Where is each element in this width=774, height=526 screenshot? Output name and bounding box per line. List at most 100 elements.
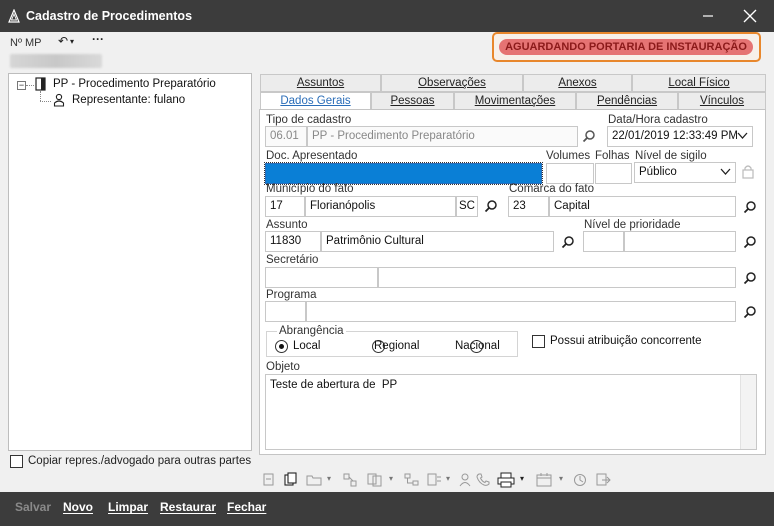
attachment-list-icon[interactable] <box>427 473 442 487</box>
restore-button[interactable]: Restaurar <box>160 500 216 514</box>
abrangencia-label: Abrangência <box>277 325 346 337</box>
volumes-field[interactable] <box>546 163 594 184</box>
copy-icon[interactable] <box>284 472 298 486</box>
folder-dropdown-icon[interactable]: ▾ <box>327 474 331 483</box>
history-icon[interactable] <box>573 473 588 487</box>
person-icon <box>53 93 65 107</box>
app-logo-icon <box>8 9 20 23</box>
chevron-down-icon <box>720 168 731 175</box>
print-icon[interactable] <box>497 472 515 488</box>
tab-dados-gerais[interactable]: Dados Gerais <box>260 92 371 110</box>
tree-collapse-toggle[interactable]: − <box>17 81 26 90</box>
search-icon[interactable] <box>582 129 596 143</box>
tipo-cadastro-code-field[interactable]: 06.01 <box>265 126 307 147</box>
new-button[interactable]: Novo <box>63 500 93 514</box>
tab-pendencias[interactable]: Pendências <box>576 92 678 110</box>
undo-icon[interactable]: ↶ <box>58 34 68 48</box>
tree-structure-icon[interactable] <box>404 473 419 487</box>
volumes-label: Volumes <box>546 150 591 162</box>
chevron-down-icon <box>737 132 748 139</box>
lock-icon <box>742 165 754 179</box>
atribuicao-concorrente-label: Possui atribuição concorrente <box>550 335 702 347</box>
undo-dropdown-icon[interactable]: ▾ <box>70 37 74 46</box>
municipio-label: Município do fato <box>266 183 354 195</box>
tab-movimentacoes[interactable]: Movimentações <box>454 92 576 110</box>
objeto-text: Teste de abertura de PP <box>270 379 398 391</box>
search-icon[interactable] <box>743 271 757 285</box>
new-document-icon[interactable] <box>262 473 275 486</box>
prioridade-field[interactable] <box>624 231 736 252</box>
search-icon[interactable] <box>743 235 757 249</box>
tab-local-fisico[interactable]: Local Físico <box>632 74 766 92</box>
tree-connector <box>26 85 34 86</box>
tree-panel: − PP - Procedimento Preparatório Represe… <box>8 73 252 451</box>
clear-button[interactable]: Limpar <box>108 500 148 514</box>
minimize-icon <box>703 15 713 17</box>
minimize-button[interactable] <box>686 0 730 32</box>
municipio-uf-field[interactable]: SC <box>456 196 478 217</box>
secretario-code-field[interactable] <box>265 267 378 288</box>
tree-connector <box>40 101 51 102</box>
documents-dropdown-icon[interactable]: ▾ <box>389 474 393 483</box>
search-icon[interactable] <box>743 305 757 319</box>
folder-icon[interactable] <box>306 473 322 486</box>
person-card-icon[interactable] <box>458 473 472 487</box>
comarca-code-field[interactable]: 23 <box>508 196 549 217</box>
doc-apresentado-label: Doc. Apresentado <box>266 150 358 162</box>
municipio-code-field[interactable]: 17 <box>265 196 305 217</box>
attachment-dropdown-icon[interactable]: ▾ <box>446 474 450 483</box>
document-icon <box>35 77 46 91</box>
prioridade-code-field[interactable] <box>583 231 624 252</box>
data-hora-field[interactable]: 22/01/2019 12:33:49 PM <box>607 126 753 147</box>
print-dropdown-icon[interactable]: ▾ <box>520 474 524 483</box>
secretario-label: Secretário <box>266 254 319 266</box>
assunto-label: Assunto <box>266 219 308 231</box>
tipo-cadastro-field[interactable]: PP - Procedimento Preparatório <box>307 126 578 147</box>
comarca-field[interactable]: Capital <box>549 196 736 217</box>
secretario-field[interactable] <box>378 267 736 288</box>
doc-apresentado-field[interactable] <box>264 162 543 185</box>
window-title: Cadastro de Procedimentos <box>26 9 193 23</box>
programa-label: Programa <box>266 289 317 301</box>
objeto-scrollbar[interactable] <box>740 375 756 449</box>
nmp-value-redacted <box>10 54 102 68</box>
more-options-icon[interactable]: ··· <box>92 32 104 46</box>
link-icon[interactable] <box>343 473 358 487</box>
phone-icon[interactable] <box>476 473 490 487</box>
tree-child-item[interactable]: Representante: fulano <box>72 94 185 106</box>
copy-representative-checkbox[interactable] <box>10 455 23 468</box>
nmp-label: Nº MP <box>10 37 42 49</box>
tab-pessoas[interactable]: Pessoas <box>371 92 454 110</box>
calendar-dropdown-icon[interactable]: ▾ <box>559 474 563 483</box>
programa-code-field[interactable] <box>265 301 306 322</box>
folhas-label: Folhas <box>595 150 630 162</box>
export-icon[interactable] <box>596 473 611 487</box>
municipio-field[interactable]: Florianópolis <box>305 196 456 217</box>
status-badge: AGUARDANDO PORTARIA DE INSTAURAÇÃO <box>499 39 753 55</box>
objeto-textarea[interactable]: Teste de abertura de PP <box>265 374 757 450</box>
search-icon[interactable] <box>743 200 757 214</box>
search-icon[interactable] <box>484 199 498 213</box>
save-button[interactable]: Salvar <box>15 500 51 514</box>
folhas-field[interactable] <box>595 163 632 184</box>
tree-root-item[interactable]: PP - Procedimento Preparatório <box>53 78 216 90</box>
assunto-field[interactable]: Patrimônio Cultural <box>321 231 554 252</box>
abrangencia-local-radio[interactable] <box>275 340 288 353</box>
comarca-label: Comarca do fato <box>509 183 595 195</box>
tab-observacoes[interactable]: Observações <box>381 74 523 92</box>
atribuicao-concorrente-checkbox[interactable] <box>532 335 545 348</box>
tab-assuntos[interactable]: Assuntos <box>260 74 381 92</box>
programa-field[interactable] <box>306 301 736 322</box>
prioridade-label: Nível de prioridade <box>584 219 681 231</box>
assunto-code-field[interactable]: 11830 <box>265 231 321 252</box>
close-button[interactable] <box>728 0 772 32</box>
sigilo-select[interactable]: Público <box>634 162 736 183</box>
tab-anexos[interactable]: Anexos <box>523 74 632 92</box>
data-hora-label: Data/Hora cadastro <box>608 114 708 126</box>
documents-icon[interactable] <box>367 473 383 487</box>
close-form-button[interactable]: Fechar <box>227 500 266 514</box>
tab-vinculos[interactable]: Vínculos <box>678 92 766 110</box>
sigilo-label: Nível de sigilo <box>635 150 707 162</box>
calendar-icon[interactable] <box>536 472 552 487</box>
search-icon[interactable] <box>561 235 575 249</box>
